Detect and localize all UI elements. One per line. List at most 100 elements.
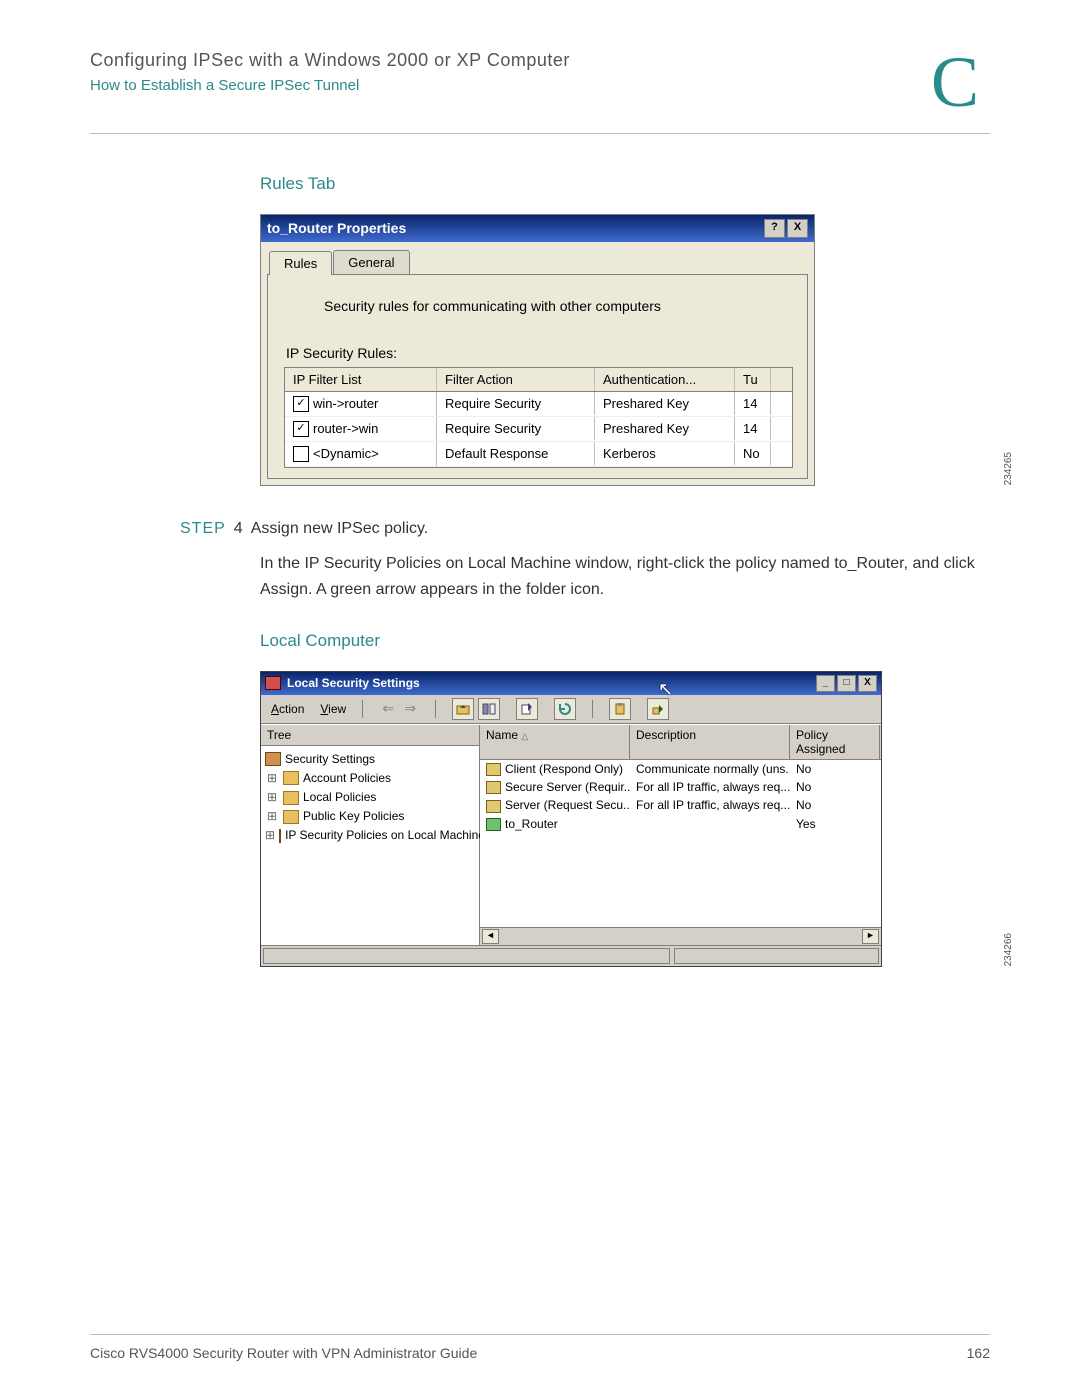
tree-item[interactable]: ⊞Account Policies <box>265 769 475 788</box>
cell-filter-list: <Dynamic> <box>313 446 379 461</box>
book-icon <box>279 829 281 843</box>
list-pane: Name △ Description Policy Assigned Clien… <box>480 725 881 945</box>
help-button[interactable]: ? <box>764 219 785 238</box>
menu-action[interactable]: AActionction <box>271 702 304 716</box>
tab-rules[interactable]: Rules <box>269 251 332 275</box>
figure-number: 234266 <box>1003 933 1014 966</box>
col-description[interactable]: Description <box>630 725 790 759</box>
page-header: Configuring IPSec with a Windows 2000 or… <box>90 50 990 115</box>
list-item[interactable]: to_RouterYes <box>480 815 881 833</box>
list-item[interactable]: Secure Server (Requir...For all IP traff… <box>480 778 881 796</box>
list-item[interactable]: Client (Respond Only)Communicate normall… <box>480 760 881 778</box>
status-cell <box>674 948 879 964</box>
scroll-right-icon[interactable]: ► <box>862 929 879 944</box>
cell-assigned: No <box>790 761 880 777</box>
tree-header[interactable]: Tree <box>261 725 479 746</box>
figure-rules-tab: to_Router Properties ? X Rules General S… <box>260 214 990 486</box>
cell-name: to_Router <box>505 817 558 831</box>
expand-icon[interactable]: ⊞ <box>265 826 275 845</box>
show-pane-icon[interactable] <box>478 698 500 720</box>
refresh-icon[interactable] <box>554 698 576 720</box>
cell-auth: Preshared Key <box>595 417 735 440</box>
tree-item[interactable]: ⊞Public Key Policies <box>265 807 475 826</box>
checkbox-icon[interactable]: ✓ <box>293 421 309 437</box>
properties-dialog: to_Router Properties ? X Rules General S… <box>260 214 815 486</box>
tree-item[interactable]: ⊞ Local Policies <box>265 788 475 807</box>
checkbox-icon[interactable] <box>293 446 309 462</box>
scroll-left-icon[interactable]: ◄ <box>482 929 499 944</box>
footer-title: Cisco RVS4000 Security Router with VPN A… <box>90 1345 477 1361</box>
figure-number: 234265 <box>1003 452 1014 485</box>
cell-auth: Preshared Key <box>595 392 735 415</box>
col-filter-action[interactable]: Filter Action <box>437 368 595 391</box>
assign-icon[interactable] <box>647 698 669 720</box>
cell-desc: Communicate normally (uns... <box>630 761 790 777</box>
step-block: STEP 4 Assign new IPSec policy. In the I… <box>180 516 990 603</box>
minimize-button[interactable]: _ <box>816 675 835 692</box>
header-rule <box>90 133 990 134</box>
tab-general[interactable]: General <box>333 250 409 274</box>
sort-asc-icon: △ <box>521 731 528 741</box>
window-title: Local Security Settings <box>287 676 420 690</box>
step-label: STEP <box>180 516 226 542</box>
cell-tunnel: 14 <box>735 392 771 415</box>
col-policy-assigned[interactable]: Policy Assigned <box>790 725 880 759</box>
window-titlebar[interactable]: Local Security Settings _ □ X <box>261 672 881 695</box>
menu-view[interactable]: VViewiew <box>320 702 346 716</box>
col-ip-filter[interactable]: IP Filter List <box>285 368 437 391</box>
tree-label: Local Policies <box>303 788 376 807</box>
tree-item[interactable]: Security Settings <box>265 750 475 769</box>
rules-table: IP Filter List Filter Action Authenticat… <box>284 367 793 468</box>
step-body: In the IP Security Policies on Local Mac… <box>260 551 980 602</box>
up-folder-icon[interactable] <box>452 698 474 720</box>
cell-desc: For all IP traffic, always req... <box>630 779 790 795</box>
menu-separator <box>435 700 436 718</box>
table-row[interactable]: <Dynamic> Default Response Kerberos No <box>285 442 792 467</box>
menu-separator <box>592 700 593 718</box>
export-icon[interactable] <box>516 698 538 720</box>
close-button[interactable]: X <box>858 675 877 692</box>
tree-label: IP Security Policies on Local Machine <box>285 826 485 845</box>
folder-icon <box>283 791 299 805</box>
cell-assigned: No <box>790 797 880 813</box>
checkbox-icon[interactable]: ✓ <box>293 396 309 412</box>
expand-icon[interactable]: ⊞ <box>265 807 279 826</box>
policy-assigned-icon <box>486 818 501 831</box>
dialog-titlebar[interactable]: to_Router Properties ? X <box>261 215 814 242</box>
appendix-letter: C <box>920 50 990 115</box>
cell-name: Server (Request Secu... <box>505 798 630 812</box>
cell-filter-action: Default Response <box>437 442 595 465</box>
cell-desc <box>630 816 790 832</box>
page-number: 162 <box>967 1345 990 1361</box>
close-button[interactable]: X <box>787 219 808 238</box>
step-title: Assign new IPSec policy. <box>251 516 429 542</box>
status-cell <box>263 948 670 964</box>
cell-name: Secure Server (Requir... <box>505 780 630 794</box>
col-authentication[interactable]: Authentication... <box>595 368 735 391</box>
table-row[interactable]: ✓router->win Require Security Preshared … <box>285 417 792 442</box>
col-tunnel[interactable]: Tu <box>735 368 771 391</box>
rules-label: IP Security Rules: <box>286 345 791 361</box>
expand-icon[interactable]: ⊞ <box>265 788 279 807</box>
tree-item[interactable]: ⊞IP Security Policies on Local Machine <box>265 826 475 845</box>
list-item[interactable]: Server (Request Secu...For all IP traffi… <box>480 796 881 814</box>
cell-filter-list: win->router <box>313 396 378 411</box>
cell-assigned: No <box>790 779 880 795</box>
policy-icon <box>486 800 501 813</box>
maximize-button[interactable]: □ <box>837 675 856 692</box>
cell-tunnel: No <box>735 442 771 465</box>
col-name[interactable]: Name △ <box>480 725 630 759</box>
paste-icon[interactable] <box>609 698 631 720</box>
forward-button[interactable]: ⇒ <box>401 700 419 717</box>
section-heading-rules: Rules Tab <box>260 174 990 194</box>
statusbar <box>261 945 881 966</box>
cell-filter-action: Require Security <box>437 392 595 415</box>
table-row[interactable]: ✓ win->router Require Security Preshared … <box>285 392 792 417</box>
page-footer: Cisco RVS4000 Security Router with VPN A… <box>90 1334 990 1361</box>
section-heading-local: Local Computer <box>260 631 990 651</box>
expand-icon[interactable]: ⊞ <box>265 769 279 788</box>
horizontal-scrollbar[interactable]: ◄ ► <box>480 927 881 945</box>
tree-pane: Tree Security Settings ⊞Account Policies… <box>261 725 480 945</box>
local-security-window: Local Security Settings _ □ X AActioncti… <box>260 671 882 967</box>
back-button[interactable]: ⇐ <box>379 700 397 717</box>
